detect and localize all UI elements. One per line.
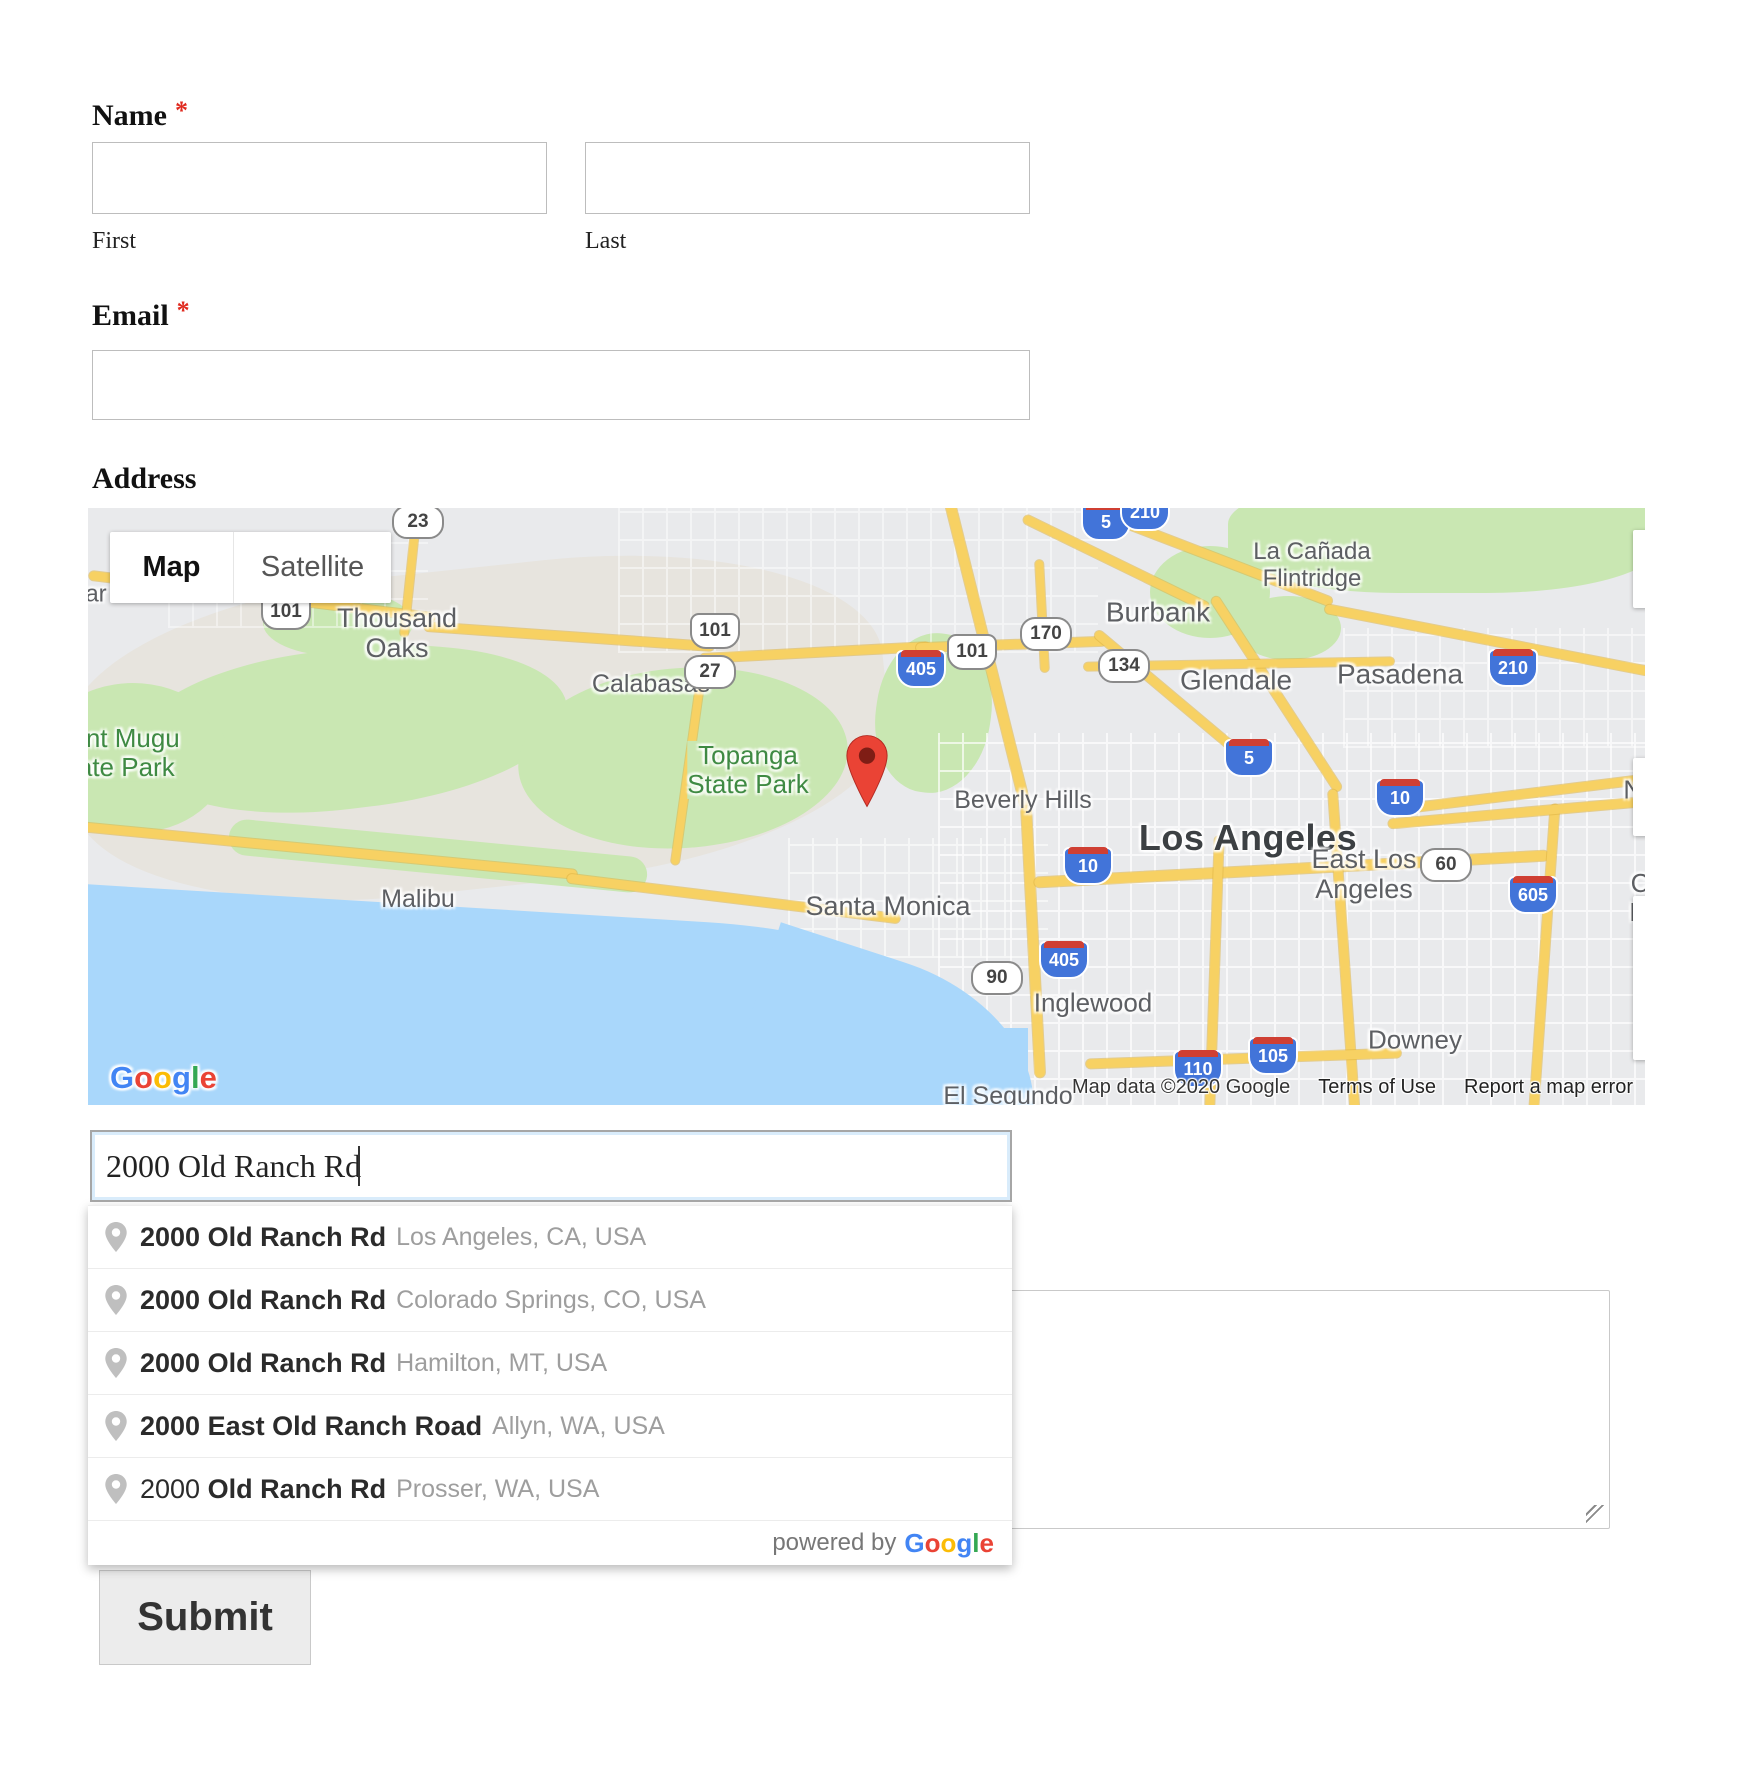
map-label-thousand-oaks: Thousand Oaks <box>337 603 457 663</box>
highway-shield-210: 210 <box>1120 508 1170 531</box>
item-street: 2000 Old Ranch Rd <box>140 1222 386 1253</box>
map-type-satellite-button[interactable]: Satellite <box>233 532 391 603</box>
name-required-asterisk: * <box>175 96 188 125</box>
map-ocean <box>88 1028 1028 1105</box>
highway-shield-60: 60 <box>1420 848 1472 882</box>
map-label-east-los-angeles: East Los Angeles <box>1311 844 1416 904</box>
autocomplete-item[interactable]: 2000 Old Ranch Rd Los Angeles, CA, USA <box>88 1206 1012 1268</box>
item-street: 2000 Old Ranch Rd <box>140 1348 386 1379</box>
email-required-asterisk: * <box>177 296 190 325</box>
highway-shield-101: 101 <box>690 613 740 649</box>
fullscreen-button[interactable] <box>1633 530 1645 608</box>
address-label: Address <box>92 462 196 496</box>
powered-by-google: powered by Google <box>88 1520 1012 1565</box>
map-data-attribution: Map data ©2020 Google <box>1072 1076 1290 1099</box>
item-prefix: 2000 <box>140 1474 208 1505</box>
text-cursor <box>358 1146 360 1186</box>
autocomplete-item[interactable]: 2000 Old Ranch Rd Prosser, WA, USA <box>88 1457 1012 1520</box>
last-sublabel: Last <box>585 228 626 255</box>
highway-shield-101: 101 <box>947 634 997 670</box>
google-map[interactable]: Thousand OaksCalabasasMalibuSanta Monica… <box>88 508 1645 1105</box>
highway-shield-605: 605 <box>1508 876 1558 914</box>
highway-shield-134: 134 <box>1098 649 1150 683</box>
highway-shield-10: 10 <box>1375 779 1425 817</box>
map-label-inglewood: Inglewood <box>1034 988 1153 1017</box>
map-label-burbank: Burbank <box>1106 596 1210 627</box>
address-input[interactable] <box>90 1130 1012 1202</box>
item-locality: Prosser, WA, USA <box>396 1475 599 1504</box>
item-street: Old Ranch Rd <box>208 1474 387 1505</box>
map-label-santa-monica: Santa Monica <box>805 891 970 921</box>
place-pin-icon <box>104 1284 128 1316</box>
highway-shield-23: 23 <box>392 508 444 539</box>
place-pin-icon <box>104 1221 128 1253</box>
google-maps-logo[interactable]: Google <box>110 1060 217 1096</box>
autocomplete-item[interactable]: 2000 Old Ranch Rd Colorado Springs, CO, … <box>88 1268 1012 1331</box>
map-label-beverly-hills: Beverly Hills <box>954 786 1092 814</box>
zoom-control: + − <box>1633 896 1645 1060</box>
pegman-button[interactable] <box>1633 758 1645 836</box>
zoom-out-button[interactable]: − <box>1633 979 1645 1061</box>
email-input[interactable] <box>92 350 1030 420</box>
map-attribution: Map data ©2020 Google Terms of Use Repor… <box>1072 1076 1633 1099</box>
map-label-el-segundo: El Segundo <box>943 1082 1072 1105</box>
item-locality: Hamilton, MT, USA <box>396 1349 607 1378</box>
map-label-la-canada-flintridge: La Cañada Flintridge <box>1253 539 1370 593</box>
autocomplete-item[interactable]: 2000 Old Ranch Rd Hamilton, MT, USA <box>88 1331 1012 1394</box>
highway-shield-405: 405 <box>896 650 946 688</box>
map-label-point-mugu-state-park: Point Mugu State Park <box>88 724 180 782</box>
zoom-in-button[interactable]: + <box>1633 896 1645 978</box>
first-name-input[interactable] <box>92 142 547 214</box>
highway-shield-10: 10 <box>1063 847 1113 885</box>
report-map-error-link[interactable]: Report a map error <box>1464 1076 1633 1099</box>
map-type-map-button[interactable]: Map <box>110 532 233 603</box>
powered-by-text: powered by <box>772 1529 896 1557</box>
last-name-input[interactable] <box>585 142 1030 214</box>
highway-shield-90: 90 <box>971 961 1023 995</box>
email-label: Email * <box>92 296 190 333</box>
map-label-glendale: Glendale <box>1180 664 1292 695</box>
terms-of-use-link[interactable]: Terms of Use <box>1318 1076 1436 1099</box>
address-autocomplete-dropdown: 2000 Old Ranch Rd Los Angeles, CA, USA 2… <box>88 1205 1012 1565</box>
name-label-text: Name <box>92 99 167 132</box>
textarea-resize-handle[interactable] <box>1586 1505 1604 1523</box>
autocomplete-item[interactable]: 2000 East Old Ranch Road Allyn, WA, USA <box>88 1394 1012 1457</box>
name-label: Name * <box>92 96 188 133</box>
email-label-text: Email <box>92 299 169 332</box>
highway-shield-105: 105 <box>1248 1037 1298 1075</box>
place-pin-icon <box>104 1347 128 1379</box>
map-label-malibu: Malibu <box>381 885 455 913</box>
first-sublabel: First <box>92 228 136 255</box>
map-label-partial-ar: ar <box>88 582 107 609</box>
map-label-downey: Downey <box>1368 1025 1462 1054</box>
highway-shield-210: 210 <box>1488 649 1538 687</box>
place-pin-icon <box>104 1473 128 1505</box>
highway-shield-170: 170 <box>1020 617 1072 651</box>
item-street: 2000 East Old Ranch Road <box>140 1411 482 1442</box>
map-label-pasadena: Pasadena <box>1337 658 1463 689</box>
highway-shield-5: 5 <box>1224 739 1274 777</box>
highway-shield-27: 27 <box>684 655 736 689</box>
map-marker-pin <box>844 732 890 810</box>
highway-shield-405: 405 <box>1039 941 1089 979</box>
map-type-control: Map Satellite <box>110 532 391 603</box>
item-locality: Allyn, WA, USA <box>492 1412 665 1441</box>
item-locality: Colorado Springs, CO, USA <box>396 1286 706 1315</box>
place-pin-icon <box>104 1410 128 1442</box>
address-form-page: Name * First Last Email * Address <box>0 0 1744 1767</box>
map-label-topanga-state-park: Topanga State Park <box>687 741 808 799</box>
item-locality: Los Angeles, CA, USA <box>396 1223 646 1252</box>
google-wordmark: Google <box>904 1528 994 1559</box>
submit-button[interactable]: Submit <box>99 1570 311 1665</box>
item-street: 2000 Old Ranch Rd <box>140 1285 386 1316</box>
